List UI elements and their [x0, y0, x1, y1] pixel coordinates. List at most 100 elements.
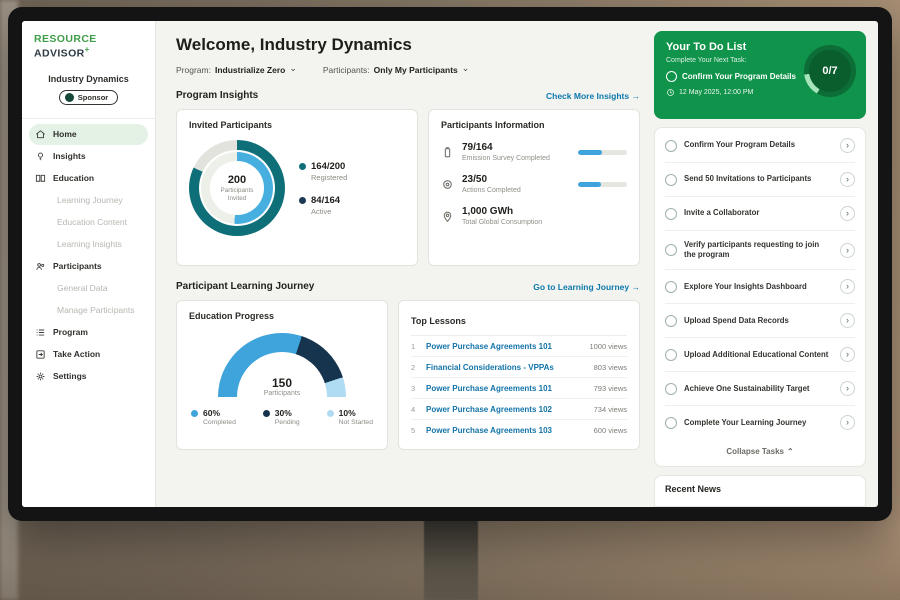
sidebar-item[interactable]: Participants [29, 256, 148, 277]
lessons-card-title: Top Lessons [411, 316, 466, 326]
lesson-link[interactable]: Power Purchase Agreements 101 [426, 342, 583, 351]
task-row[interactable]: Explore Your Insights Dashboard [665, 270, 855, 304]
sidebar-item[interactable]: Home [29, 124, 148, 145]
lesson-views: 734 views [594, 405, 627, 414]
sidebar-item[interactable]: Manage Participants [29, 300, 148, 321]
task-list-card: Confirm Your Program Details Send 50 Inv… [654, 127, 866, 467]
task-checkbox[interactable] [665, 208, 677, 220]
collapse-tasks-label: Collapse Tasks [726, 447, 784, 456]
legend-value: 164/200 [311, 161, 347, 172]
info-row-icon [441, 210, 454, 223]
chevron-right-icon[interactable] [840, 172, 855, 187]
sidebar-item[interactable]: Settings [29, 366, 148, 387]
checkbox-circle-icon[interactable] [666, 71, 677, 82]
sidebar-item[interactable]: Learning Insights [29, 234, 148, 255]
info-row-icon [441, 178, 454, 191]
info-value: 79/164 [462, 142, 570, 153]
invited-donut-inner: 200 Participants Invited [201, 152, 273, 224]
sidebar-item[interactable]: Take Action [29, 344, 148, 365]
lesson-link[interactable]: Power Purchase Agreements 103 [426, 426, 588, 435]
sidebar-divider [22, 118, 155, 119]
participants-value: Only My Participants [374, 65, 458, 75]
lesson-link[interactable]: Financial Considerations - VPPAs [426, 363, 588, 372]
sidebar-item[interactable]: Program [29, 322, 148, 343]
lesson-views: 803 views [594, 363, 627, 372]
nav-icon [35, 371, 46, 382]
lesson-rank: 2 [411, 363, 421, 372]
task-row[interactable]: Verify participants requesting to join t… [665, 231, 855, 270]
info-rows: 79/164 Emission Survey Completed 23/50 [441, 142, 627, 226]
task-label: Upload Spend Data Records [684, 316, 833, 326]
sidebar: RESOURCE ADVISOR+ Industry Dynamics Spon… [22, 21, 156, 507]
chevron-down-icon [462, 65, 470, 75]
task-checkbox[interactable] [665, 417, 677, 429]
task-row[interactable]: Upload Additional Educational Content [665, 338, 855, 372]
chevron-right-icon[interactable] [840, 415, 855, 430]
check-more-insights-link[interactable]: Check More Insights [546, 91, 640, 101]
sidebar-item-label: Participants [53, 261, 102, 271]
app-logo[interactable]: RESOURCE ADVISOR+ [22, 33, 155, 60]
sidebar-item[interactable]: General Data [29, 278, 148, 299]
task-row[interactable]: Achieve One Sustainability Target [665, 372, 855, 406]
task-checkbox[interactable] [665, 315, 677, 327]
todo-panel: Your To Do List Complete Your Next Task:… [654, 31, 866, 507]
lesson-row: 4 Power Purchase Agreements 102 734 view… [411, 399, 627, 420]
sidebar-item-label: Program [53, 327, 88, 337]
task-row[interactable]: Complete Your Learning Journey [665, 406, 855, 439]
task-row[interactable]: Upload Spend Data Records [665, 304, 855, 338]
task-row[interactable]: Confirm Your Program Details [665, 129, 855, 163]
donut-center-value: 200 [228, 174, 246, 186]
chevron-right-icon[interactable] [840, 313, 855, 328]
chevron-right-icon[interactable] [840, 347, 855, 362]
lesson-link[interactable]: Power Purchase Agreements 101 [426, 384, 588, 393]
sidebar-item[interactable]: Insights [29, 146, 148, 167]
sidebar-nav: Home Insights Education Learning Journey… [22, 124, 155, 387]
task-checkbox[interactable] [665, 281, 677, 293]
task-label: Upload Additional Educational Content [684, 350, 833, 360]
sidebar-item-label: Settings [53, 371, 87, 381]
edu-card-title: Education Progress [189, 311, 375, 321]
sidebar-item[interactable]: Education Content [29, 212, 148, 233]
legend-label: Active [311, 207, 340, 216]
todo-summary-card: Your To Do List Complete Your Next Task:… [654, 31, 866, 119]
task-row[interactable]: Send 50 Invitations to Participants [665, 163, 855, 197]
sidebar-item[interactable]: Learning Journey [29, 190, 148, 211]
task-label: Send 50 Invitations to Participants [684, 174, 833, 184]
sidebar-item[interactable]: Education [29, 168, 148, 189]
chevron-right-icon[interactable] [840, 138, 855, 153]
chevron-right-icon[interactable] [840, 279, 855, 294]
go-to-learning-journey-link[interactable]: Go to Learning Journey [533, 282, 640, 292]
logo-plus: + [85, 45, 90, 54]
sponsor-badge[interactable]: Sponsor [59, 90, 118, 105]
program-label: Program: [176, 65, 211, 75]
task-checkbox[interactable] [665, 244, 677, 256]
clock-icon [666, 88, 675, 97]
recent-news-card: Recent News [654, 475, 866, 507]
todo-next-task[interactable]: Confirm Your Program Details [666, 71, 806, 82]
lesson-link[interactable]: Power Purchase Agreements 102 [426, 405, 588, 414]
legend-item: 30% Pending [263, 408, 300, 426]
lesson-rank: 3 [411, 384, 421, 393]
task-checkbox[interactable] [665, 383, 677, 395]
lesson-rank: 4 [411, 405, 421, 414]
participants-select[interactable]: Participants: Only My Participants [323, 65, 469, 75]
collapse-tasks-button[interactable]: Collapse Tasks [665, 439, 855, 465]
nav-icon [35, 173, 46, 184]
lesson-row: 3 Power Purchase Agreements 101 793 view… [411, 378, 627, 399]
task-checkbox[interactable] [665, 140, 677, 152]
invited-participants-card: Invited Participants 200 Participants In… [176, 109, 418, 266]
chevron-right-icon[interactable] [840, 381, 855, 396]
chevron-right-icon[interactable] [840, 206, 855, 221]
chevron-right-icon[interactable] [840, 243, 855, 258]
filter-bar: Program: Industrialize Zero Participants… [176, 65, 640, 75]
nav-icon [35, 151, 46, 162]
sidebar-item-label: Manage Participants [57, 305, 135, 315]
program-select[interactable]: Program: Industrialize Zero [176, 65, 297, 75]
task-checkbox[interactable] [665, 349, 677, 361]
lesson-row: 2 Financial Considerations - VPPAs 803 v… [411, 357, 627, 378]
task-row[interactable]: Invite a Collaborator [665, 197, 855, 231]
todo-progress-ring: 0/7 [804, 45, 856, 97]
legend-label: Not Started [339, 419, 373, 426]
sidebar-item-label: Education [53, 173, 94, 183]
task-checkbox[interactable] [665, 174, 677, 186]
